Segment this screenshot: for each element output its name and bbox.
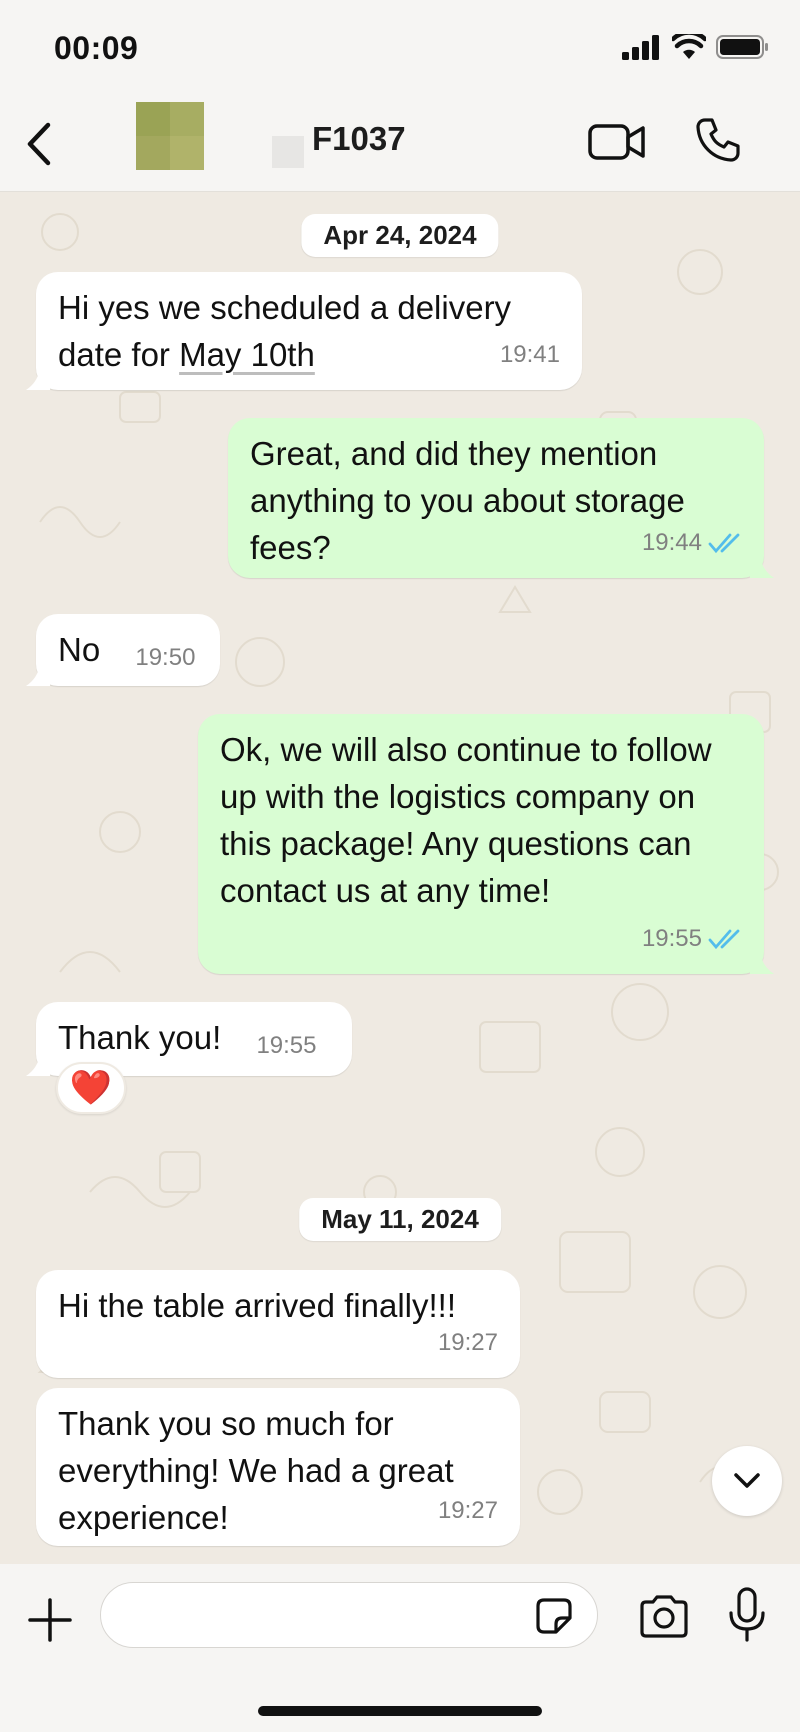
double-check-icon: [708, 533, 740, 553]
camera-icon: [640, 1595, 688, 1638]
status-bar: 00:09: [0, 0, 800, 96]
message-time: 19:55: [256, 1032, 317, 1059]
bubble-tail: [750, 556, 774, 578]
battery-icon: [716, 35, 768, 59]
date-link[interactable]: May 10th: [179, 336, 315, 373]
sticker-icon: [536, 1598, 572, 1634]
message-text: Thank you so much for everything! We had…: [58, 1405, 454, 1536]
message-bubble-incoming[interactable]: No 19:50: [26, 614, 220, 686]
heart-reaction[interactable]: ❤️: [56, 1062, 126, 1114]
message-input[interactable]: [100, 1582, 598, 1648]
plus-icon: [28, 1598, 72, 1642]
avatar[interactable]: [136, 102, 204, 170]
microphone-button[interactable]: [724, 1584, 770, 1646]
chevron-left-icon: [27, 122, 51, 166]
message-composer: [0, 1564, 800, 1732]
chat-area[interactable]: Apr 24, 2024 Hi yes we scheduled a deliv…: [0, 192, 800, 1564]
status-time: 00:09: [54, 30, 139, 66]
message-text: Hi the table arrived finally!!!: [58, 1287, 457, 1324]
status-icons: [622, 34, 770, 60]
phone-icon: [696, 118, 740, 162]
attach-button[interactable]: [26, 1590, 74, 1650]
voice-call-button[interactable]: [692, 112, 744, 168]
message-text: Hi yes we scheduled a delivery date for …: [58, 289, 512, 373]
chat-header: F1037: [0, 96, 800, 192]
bubble-tail: [26, 664, 50, 686]
camera-button[interactable]: [636, 1590, 692, 1642]
message-time: 19:55: [642, 915, 742, 962]
bubble-tail: [26, 1054, 50, 1076]
sticker-button[interactable]: [532, 1594, 576, 1638]
video-camera-icon: [588, 124, 645, 160]
scroll-to-bottom-button[interactable]: [712, 1446, 782, 1516]
message-bubble-incoming[interactable]: Hi yes we scheduled a delivery date for …: [26, 272, 582, 390]
message-text: No: [58, 631, 101, 668]
message-text: Thank you!: [58, 1019, 222, 1056]
message-time: 19:50: [135, 644, 196, 671]
video-call-button[interactable]: [586, 116, 648, 168]
message-time: 19:27: [437, 1329, 498, 1356]
message-time: 19:27: [437, 1497, 498, 1524]
bubble-tail: [26, 368, 50, 390]
home-indicator: [258, 1706, 542, 1716]
message-text: Ok, we will also continue to follow up w…: [220, 731, 712, 909]
chevron-down-icon: [734, 1473, 760, 1488]
contact-name[interactable]: F1037: [312, 120, 406, 158]
cellular-signal-icon: [622, 35, 659, 60]
bubble-tail: [750, 952, 774, 974]
message-bubble-outgoing[interactable]: Great, and did they mention anything to …: [228, 418, 774, 578]
back-button[interactable]: [14, 116, 64, 172]
microphone-icon: [729, 1587, 765, 1642]
message-bubble-incoming[interactable]: Hi the table arrived finally!!! 19:27: [36, 1270, 520, 1378]
wifi-icon: [672, 34, 706, 59]
name-redaction: [272, 136, 304, 168]
message-bubble-incoming[interactable]: Thank you so much for everything! We had…: [36, 1388, 520, 1546]
message-time: 19:44: [642, 519, 742, 566]
message-time: 19:41: [499, 341, 560, 368]
date-separator: Apr 24, 2024: [301, 214, 499, 257]
message-bubble-outgoing[interactable]: Ok, we will also continue to follow up w…: [198, 714, 774, 974]
double-check-icon: [708, 929, 740, 949]
date-separator: May 11, 2024: [299, 1198, 501, 1241]
